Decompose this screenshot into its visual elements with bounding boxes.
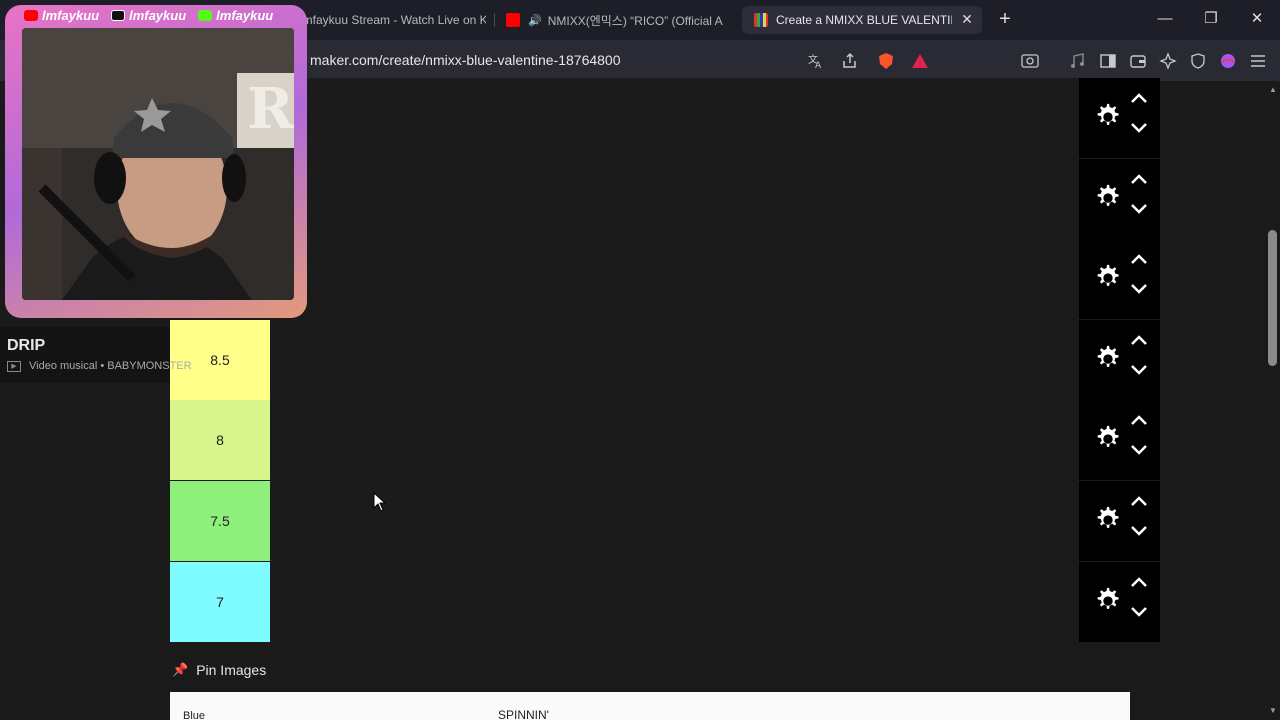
brave-rewards-icon[interactable] (910, 51, 930, 71)
tiermaker-icon (754, 13, 768, 27)
tier-controls (1079, 481, 1160, 561)
tier-controls (1079, 400, 1160, 481)
tier-row (170, 158, 1160, 239)
tier-drop-zone[interactable] (271, 158, 1079, 239)
tier-label[interactable]: 7 (170, 561, 270, 642)
gear-icon[interactable] (1093, 183, 1123, 213)
video-icon: ▶ (7, 360, 21, 372)
wallet-icon[interactable] (1128, 51, 1148, 71)
tab-title: lmfaykuu Stream - Watch Live on Kick (300, 13, 486, 27)
menu-icon[interactable] (1248, 51, 1268, 71)
now-playing-card: DRIP ▶ Video musical • BABYMONSTER (0, 327, 192, 383)
tab-title: NMIXX(엔믹스) “RICO” (Official A (547, 13, 723, 28)
chevron-down-icon[interactable] (1128, 442, 1150, 458)
chevron-up-icon[interactable] (1128, 251, 1150, 267)
tier-drop-zone[interactable] (271, 481, 1079, 561)
tier-drop-zone[interactable] (271, 561, 1079, 642)
pin-item-label[interactable]: Blue (183, 710, 205, 720)
pin-images-heading: 📌 Pin Images (172, 662, 266, 678)
kick-icon (198, 10, 213, 21)
tab-separator (494, 13, 495, 27)
tier-drop-zone[interactable] (271, 319, 1079, 400)
chevron-down-icon[interactable] (1128, 523, 1150, 539)
chevron-up-icon[interactable] (1128, 332, 1150, 348)
scrollbar-thumb[interactable] (1268, 230, 1277, 366)
gear-icon[interactable] (1093, 263, 1123, 293)
social-handles: lmfaykuu lmfaykuu lmfaykuu (24, 8, 285, 23)
speaker-icon[interactable]: 🔊 (528, 14, 542, 27)
chevron-down-icon[interactable] (1128, 120, 1150, 136)
social-handle: lmfaykuu (198, 8, 273, 23)
gear-icon[interactable] (1093, 505, 1123, 535)
chevron-up-icon[interactable] (1128, 90, 1150, 106)
tab-tiermaker-active[interactable]: Create a NMIXX BLUE VALENTINE (742, 6, 982, 34)
tier-label[interactable]: 8 (170, 400, 270, 481)
scroll-up-arrow[interactable]: ▲ (1268, 85, 1278, 95)
sidebar-icon[interactable] (1098, 51, 1118, 71)
tab-youtube-rico[interactable]: 🔊 NMIXX(엔믹스) “RICO” (Official A (506, 6, 728, 34)
tier-row (170, 239, 1160, 320)
chevron-down-icon[interactable] (1128, 604, 1150, 620)
svg-text:R: R (247, 76, 294, 142)
scrollbar-track[interactable] (1266, 81, 1280, 720)
mouse-cursor-icon (373, 492, 387, 512)
chevron-down-icon[interactable] (1128, 281, 1150, 297)
tab-kick-stream[interactable]: lmfaykuu Stream - Watch Live on Kick (300, 6, 486, 34)
profile-icon[interactable] (1218, 51, 1238, 71)
minimize-button[interactable]: — (1153, 8, 1177, 30)
tier-controls (1079, 319, 1160, 400)
tab-title: Create a NMIXX BLUE VALENTINE (776, 13, 952, 27)
tier-row: 7.5 (170, 481, 1160, 561)
pin-images-title: Pin Images (196, 662, 267, 678)
chevron-up-icon[interactable] (1128, 574, 1150, 590)
leo-ai-icon[interactable] (1158, 51, 1178, 71)
social-handle: lmfaykuu (111, 8, 186, 23)
gear-icon[interactable] (1093, 586, 1123, 616)
tier-controls (1079, 239, 1160, 320)
tier-controls (1079, 561, 1160, 642)
gear-icon[interactable] (1093, 344, 1123, 374)
close-window-button[interactable]: ✕ (1245, 8, 1269, 30)
share-icon[interactable] (840, 51, 860, 71)
svg-text:A: A (815, 61, 822, 70)
pin-item-label[interactable]: SPINNIN' (498, 708, 549, 720)
tier-row: 8 (170, 400, 1160, 481)
gear-icon[interactable] (1093, 102, 1123, 132)
chevron-up-icon[interactable] (1128, 412, 1150, 428)
chevron-up-icon[interactable] (1128, 493, 1150, 509)
tier-row: 8.5 (170, 319, 1160, 400)
tier-controls (1079, 78, 1160, 158)
tier-drop-zone[interactable] (271, 400, 1079, 481)
pushpin-icon: 📌 (172, 662, 189, 677)
new-tab-button[interactable]: + (994, 8, 1016, 30)
chevron-up-icon[interactable] (1128, 171, 1150, 187)
tier-controls (1079, 158, 1160, 239)
social-handle: lmfaykuu (24, 8, 99, 23)
tier-row (170, 78, 1160, 158)
tier-label[interactable]: 7.5 (170, 481, 270, 561)
translate-icon[interactable]: 文A (806, 51, 826, 71)
webcam-feed: R (22, 28, 294, 300)
tiktok-icon (111, 10, 126, 21)
gear-icon[interactable] (1093, 424, 1123, 454)
scroll-down-arrow[interactable]: ▼ (1268, 706, 1278, 716)
youtube-icon (506, 13, 520, 27)
music-icon[interactable] (1068, 51, 1088, 71)
now-playing-subtitle: ▶ Video musical • BABYMONSTER (7, 360, 192, 372)
tier-row: 7 (170, 561, 1160, 642)
restore-button[interactable]: ❐ (1199, 8, 1223, 30)
pin-images-panel: Blue SPINNIN' (170, 692, 1130, 720)
chevron-down-icon[interactable] (1128, 201, 1150, 217)
search-tab-icon[interactable] (1020, 51, 1040, 71)
youtube-icon (24, 10, 38, 21)
tier-drop-zone[interactable] (271, 239, 1079, 320)
brave-shield-icon[interactable] (876, 51, 896, 71)
tier-drop-zone[interactable] (271, 78, 1079, 158)
now-playing-title: DRIP (7, 337, 46, 354)
close-tab-icon[interactable]: ✕ (958, 10, 976, 28)
url-field[interactable]: maker.com/create/nmixx-blue-valentine-18… (310, 52, 621, 68)
vpn-icon[interactable] (1188, 51, 1208, 71)
chevron-down-icon[interactable] (1128, 362, 1150, 378)
